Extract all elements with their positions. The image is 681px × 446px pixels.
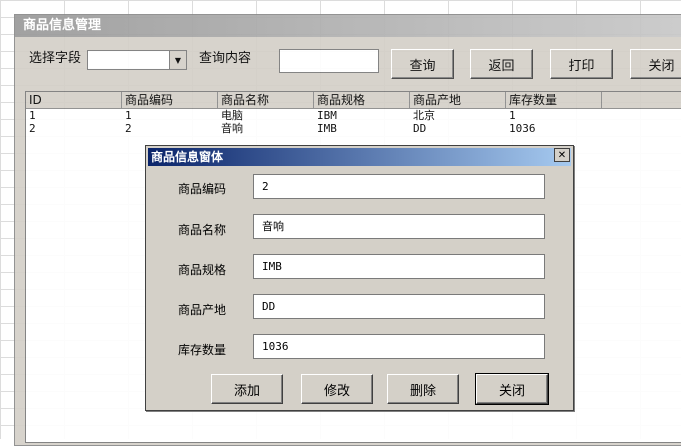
column-header-code[interactable]: 商品编码 [122, 92, 218, 108]
cell-spec: IBM [317, 109, 337, 122]
dialog-title: 商品信息窗体 [148, 148, 571, 166]
edit-button[interactable]: 修改 [301, 374, 373, 404]
column-header-id[interactable]: ID [26, 92, 122, 108]
field-label-code: 商品编码 [178, 182, 227, 196]
cell-origin: 北京 [413, 109, 435, 122]
print-button[interactable]: 打印 [550, 49, 613, 79]
cell-stock: 1036 [509, 122, 536, 135]
stock-field[interactable]: 1036 [253, 334, 545, 359]
field-select-combobox[interactable]: ▼ [87, 50, 187, 70]
cell-id: 1 [29, 109, 36, 122]
field-label-origin: 商品产地 [178, 303, 227, 317]
spec-field[interactable]: IMB [253, 254, 545, 279]
cell-spec: IMB [317, 122, 337, 135]
query-content-input[interactable] [279, 49, 379, 73]
close-icon[interactable]: ✕ [554, 148, 570, 162]
select-field-label: 选择字段 [29, 51, 82, 66]
add-button[interactable]: 添加 [211, 374, 283, 404]
cell-origin: DD [413, 122, 427, 135]
close-dialog-button[interactable]: 关闭 [475, 373, 549, 405]
delete-button[interactable]: 删除 [387, 374, 459, 404]
column-header-spec[interactable]: 商品规格 [314, 92, 410, 108]
table-row[interactable]: 2 2 音响 IMB DD 1036 [26, 122, 681, 135]
field-label-name: 商品名称 [178, 223, 227, 237]
cell-id: 2 [29, 122, 36, 135]
main-window-title: 商品信息管理 [15, 15, 681, 37]
query-content-label: 查询内容 [199, 51, 252, 66]
cell-name: 电脑 [221, 109, 243, 122]
table-row[interactable]: 1 1 电脑 IBM 北京 1 [26, 109, 681, 122]
code-field[interactable]: 2 [253, 174, 545, 199]
goods-info-dialog: 商品信息窗体 ✕ 商品编码 2 商品名称 音响 商品规格 IMB 商品产地 DD… [145, 145, 574, 411]
name-field[interactable]: 音响 [253, 214, 545, 239]
origin-field[interactable]: DD [253, 294, 545, 319]
close-main-button[interactable]: 关闭 [630, 49, 681, 79]
cell-name: 音响 [221, 122, 243, 135]
dropdown-arrow-icon[interactable]: ▼ [169, 51, 186, 69]
field-label-spec: 商品规格 [178, 263, 227, 277]
table-header: ID 商品编码 商品名称 商品规格 商品产地 库存数量 [26, 92, 681, 109]
back-button[interactable]: 返回 [470, 49, 533, 79]
column-header-origin[interactable]: 商品产地 [410, 92, 506, 108]
column-header-name[interactable]: 商品名称 [218, 92, 314, 108]
cell-code: 1 [125, 109, 132, 122]
column-header-stock[interactable]: 库存数量 [506, 92, 602, 108]
query-button[interactable]: 查询 [391, 49, 454, 79]
field-label-stock: 库存数量 [178, 343, 227, 357]
cell-stock: 1 [509, 109, 516, 122]
cell-code: 2 [125, 122, 132, 135]
